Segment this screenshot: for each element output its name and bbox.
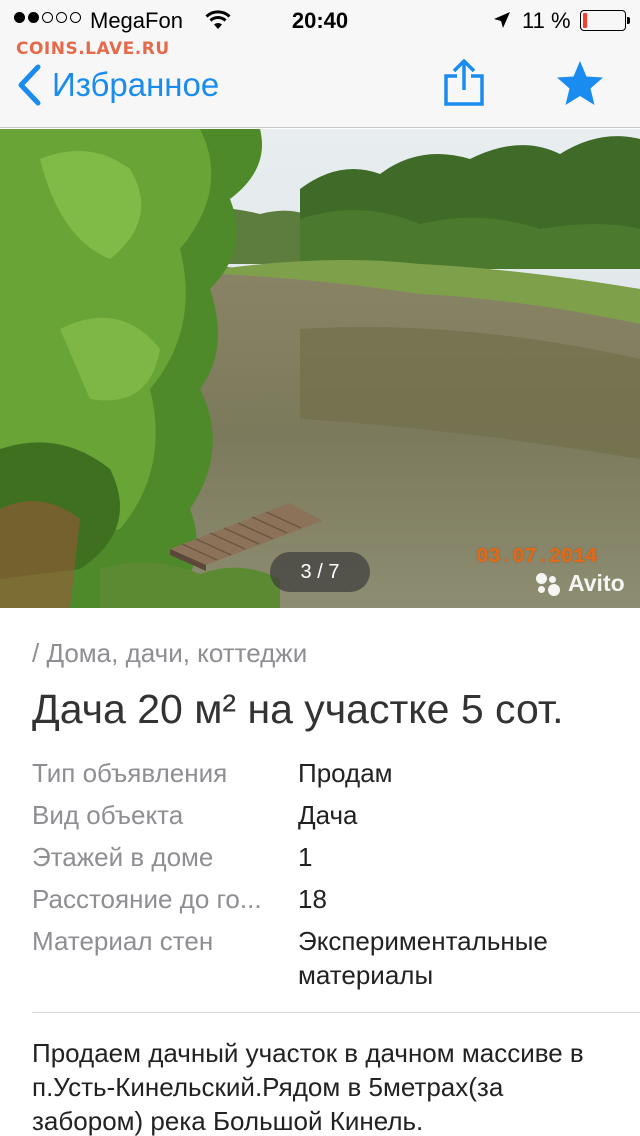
property-row: Вид объекта Дача [32,798,608,832]
property-value: Экспериментальные материалы [298,926,548,990]
property-value: 18 [298,884,327,914]
property-list: Тип объявления Продам Вид объекта Дача Э… [32,756,608,1000]
favorite-button[interactable] [554,58,606,110]
battery-fill [583,13,587,28]
river-photo [0,129,640,608]
back-button[interactable]: Избранное [14,62,219,108]
property-row: Этажей в доме 1 [32,840,608,874]
site-watermark: COINS.LAVE.RU [16,39,170,59]
star-icon [557,61,603,105]
battery-percent: 11 % [522,8,571,33]
category-breadcrumb[interactable]: / Дома, дачи, коттеджи [32,638,307,669]
back-button-label: Избранное [52,66,220,103]
gallery-page-counter: 3 / 7 [270,552,370,592]
listing-title: Дача 20 м² на участке 5 сот. [32,686,564,732]
property-row: Материал стен Экспериментальные материал… [32,924,608,992]
avito-watermark: Avito [534,570,625,597]
property-key: Этажей в доме [32,842,214,872]
property-value: Продам [298,758,393,788]
property-key: Тип объявления [32,758,228,788]
listing-description: Продаем дачный участок в дачном массиве … [32,1038,584,1136]
chevron-left-icon [18,64,41,106]
share-button[interactable] [440,58,488,108]
battery-icon [580,10,630,31]
photo-date-stamp: 03.07.2014 [476,546,598,569]
property-key: Материал стен [32,926,214,956]
avito-logo-icon [534,571,564,597]
divider [32,1012,640,1013]
property-key: Расстояние до го... [32,884,262,914]
property-value: Дача [298,800,358,830]
avito-brand-text: Avito [568,570,625,596]
property-row: Расстояние до го... 18 [32,882,608,916]
listing-photo[interactable]: 3 / 7 [0,129,640,608]
property-key: Вид объекта [32,800,184,830]
top-bar: MegaFon 20:40 11 % COINS.LAVE.RU Избранн… [0,0,640,128]
property-value: 1 [298,842,313,872]
property-row: Тип объявления Продам [32,756,608,790]
status-bar: MegaFon 20:40 11 % [0,0,640,40]
location-arrow-icon [492,10,512,36]
share-icon [444,59,484,106]
